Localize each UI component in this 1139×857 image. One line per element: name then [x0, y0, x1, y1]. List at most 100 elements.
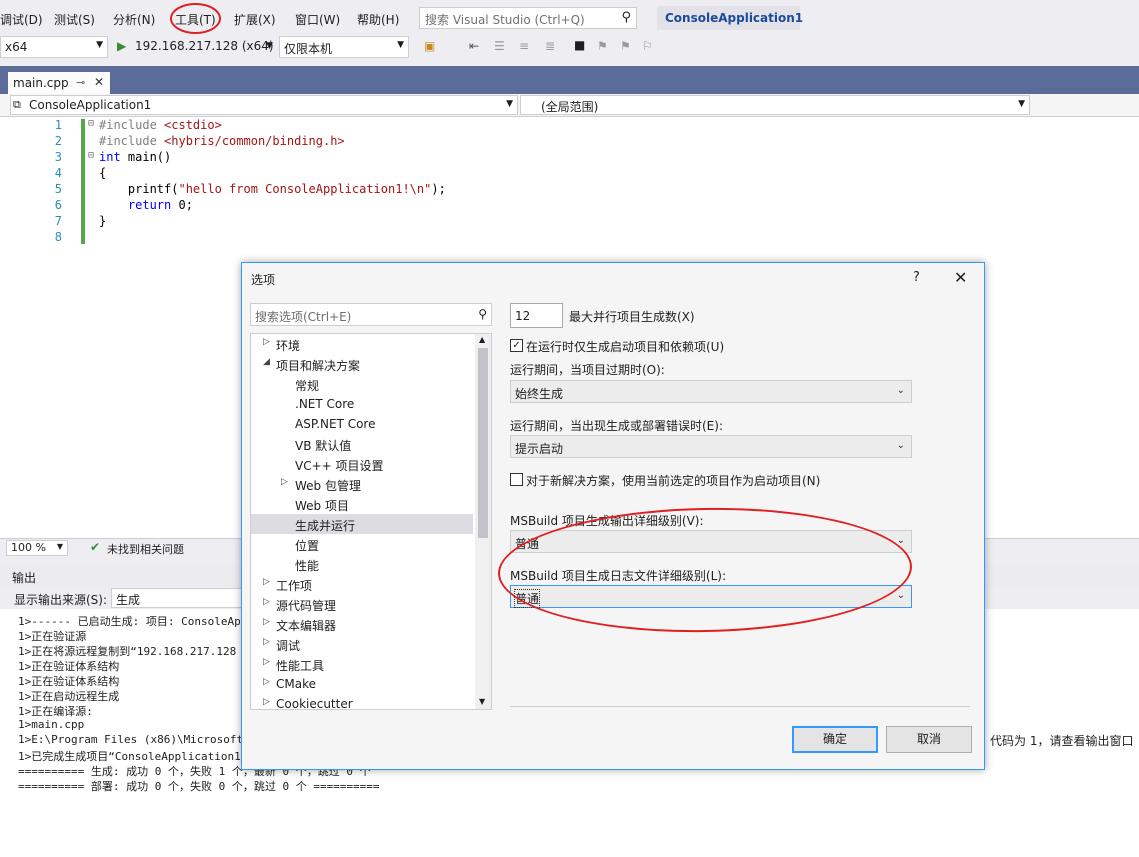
tree-item-vc-project-settings[interactable]: VC++ 项目设置 [251, 454, 473, 474]
tree-item-aspnet-core[interactable]: ASP.NET Core [251, 414, 473, 434]
errors-select[interactable]: 提示启动 ⌄ [510, 435, 912, 458]
tree-item-cookiecutter[interactable]: ▷ Cookiecutter [251, 694, 473, 709]
cancel-button[interactable]: 取消 [886, 726, 972, 753]
menu-debug[interactable]: 调试(D) [0, 11, 43, 28]
scroll-up-icon[interactable]: ▲ [479, 335, 485, 344]
options-tree[interactable]: ▷ 环境 ◢ 项目和解决方案 常规 .NET Core ASP.NET Core V… [250, 333, 492, 710]
scroll-down-icon[interactable]: ▼ [479, 697, 485, 706]
code-line-6: return 0; [127, 198, 193, 212]
vs-search-input[interactable]: 搜索 Visual Studio (Ctrl+Q) ⚲ [419, 7, 637, 29]
code-line-1: #include <cstdio> [99, 118, 222, 132]
expand-icon[interactable]: ▷ [263, 677, 270, 687]
menu-analyze[interactable]: 分析(N) [113, 11, 155, 28]
document-tab-strip [0, 66, 1139, 94]
close-icon[interactable]: ✕ [94, 75, 104, 89]
expand-icon[interactable]: ▷ [263, 657, 270, 667]
tree-item-performance-tools[interactable]: ▷ 性能工具 [251, 654, 473, 674]
chevron-down-icon: ▼ [56, 542, 63, 551]
expand-icon[interactable]: ▷ [263, 577, 270, 587]
tree-item-source-control[interactable]: ▷ 源代码管理 [251, 594, 473, 614]
chevron-down-icon: ▼ [1018, 99, 1025, 109]
play-icon[interactable]: ▶ [117, 39, 126, 53]
tree-item-label: VC++ 项目设置 [295, 459, 384, 473]
uncomment-icon[interactable]: ≣ [545, 39, 555, 53]
tab-main-cpp[interactable]: main.cpp ⊸ ✕ [8, 72, 110, 94]
line-number: 8 [54, 230, 62, 244]
line-number: 2 [54, 134, 62, 148]
output-source-label: 显示输出来源(S): [14, 593, 108, 607]
tree-item-environment[interactable]: ▷ 环境 [251, 334, 473, 354]
prev-bookmark-icon[interactable]: ⚑ [597, 39, 608, 53]
tree-item-vb-defaults[interactable]: VB 默认值 [251, 434, 473, 454]
tree-item-projects-solutions[interactable]: ◢ 项目和解决方案 [251, 354, 473, 374]
scope-nav-select[interactable]: (全局范围) ▼ [520, 95, 1030, 115]
tree-item-web-projects[interactable]: Web 项目 [251, 494, 473, 514]
scope-nav-value: (全局范围) [541, 100, 599, 114]
output-line-fragment: 代码为 1，请查看输出窗口 [990, 734, 1134, 748]
outdated-select[interactable]: 始终生成 ⌄ [510, 380, 912, 403]
help-icon[interactable]: ? [913, 270, 920, 285]
zoom-select[interactable]: 100 % ▼ [6, 540, 68, 556]
tree-item-label: VB 默认值 [295, 439, 352, 453]
expand-icon[interactable]: ▷ [281, 477, 288, 487]
issues-status[interactable]: 未找到相关问题 [107, 541, 184, 557]
tree-item-work-items[interactable]: ▷ 工作项 [251, 574, 473, 594]
tree-item-text-editor[interactable]: ▷ 文本编辑器 [251, 614, 473, 634]
scrollbar-thumb[interactable] [478, 348, 488, 538]
expand-icon[interactable]: ▷ [263, 697, 270, 707]
tree-item-label: 源代码管理 [276, 599, 337, 613]
tree-item-debugging[interactable]: ▷ 调试 [251, 634, 473, 654]
ok-button[interactable]: 确定 [792, 726, 878, 753]
chevron-down-icon: ⌄ [896, 590, 905, 601]
run-target-dropdown-icon[interactable]: ▼ [266, 41, 273, 51]
tree-item-net-core[interactable]: .NET Core [251, 394, 473, 414]
tree-item-cmake[interactable]: ▷ CMake [251, 674, 473, 694]
close-icon[interactable]: ✕ [954, 268, 967, 287]
expand-icon[interactable]: ▷ [263, 597, 270, 607]
tree-item-locations[interactable]: 位置 [251, 534, 473, 554]
max-parallel-builds-input[interactable]: 12 [510, 303, 563, 328]
menu-test[interactable]: 测试(S) [54, 11, 95, 28]
collapse-icon[interactable]: ⊟ [88, 150, 94, 161]
tree-item-performance[interactable]: 性能 [251, 554, 473, 574]
only-build-startup-checkbox[interactable]: ✓ [510, 339, 523, 352]
new-solution-checkbox[interactable] [510, 473, 523, 486]
comment-icon[interactable]: ≡ [519, 39, 529, 53]
clear-bookmark-icon[interactable]: ⚐ [642, 39, 653, 53]
format-icon[interactable]: ☰ [494, 39, 505, 53]
step-icon[interactable]: ⇤ [469, 39, 479, 53]
output-line: 1>正在验证源 [18, 630, 87, 643]
output-source-select[interactable]: 生成 [111, 588, 251, 608]
chevron-down-icon: ⌄ [896, 440, 905, 451]
debugger-select[interactable]: 仅限本机 ▼ [279, 36, 409, 58]
code-line-7: } [99, 214, 107, 228]
pin-icon[interactable]: ⊸ [76, 76, 85, 89]
tree-item-web-package-mgmt[interactable]: ▷ Web 包管理 [251, 474, 473, 494]
options-search-input[interactable]: 搜索选项(Ctrl+E) ⚲ [250, 303, 492, 326]
menu-window[interactable]: 窗口(W) [295, 11, 340, 28]
tree-item-build-and-run[interactable]: 生成并运行 [251, 514, 473, 534]
chevron-down-icon: ⌄ [896, 385, 905, 396]
platform-select[interactable]: x64 ▼ [0, 36, 108, 58]
collapse-icon[interactable]: ◢ [263, 357, 270, 367]
menu-extensions[interactable]: 扩展(X) [234, 11, 276, 28]
output-title: 输出 [12, 571, 37, 585]
run-target-button[interactable]: 192.168.217.128 (x64) [135, 39, 274, 53]
expand-icon[interactable]: ▷ [263, 617, 270, 627]
tree-item-label: 调试 [276, 639, 301, 653]
tree-scrollbar[interactable]: ▲ ▼ [475, 334, 491, 709]
output-line: 1>正在验证体系结构 [18, 660, 120, 673]
max-parallel-builds-value: 12 [515, 309, 531, 323]
solution-title-badge: ConsoleApplication1 [657, 6, 803, 30]
next-bookmark-icon[interactable]: ⚑ [620, 39, 631, 53]
collapse-icon[interactable]: ⊟ [88, 118, 94, 129]
output-line: ========== 部署: 成功 0 个，失败 0 个，跳过 0 个 ====… [18, 780, 380, 793]
find-in-files-icon[interactable]: ▣ [424, 39, 435, 53]
expand-icon[interactable]: ▷ [263, 637, 270, 647]
expand-icon[interactable]: ▷ [263, 337, 270, 347]
project-icon: ⧉ [13, 98, 21, 111]
bookmark-icon[interactable]: ■ [574, 38, 585, 52]
menu-help[interactable]: 帮助(H) [357, 11, 399, 28]
project-nav-select[interactable]: ⧉ ConsoleApplication1 ▼ [10, 95, 518, 115]
tree-item-general[interactable]: 常规 [251, 374, 473, 394]
